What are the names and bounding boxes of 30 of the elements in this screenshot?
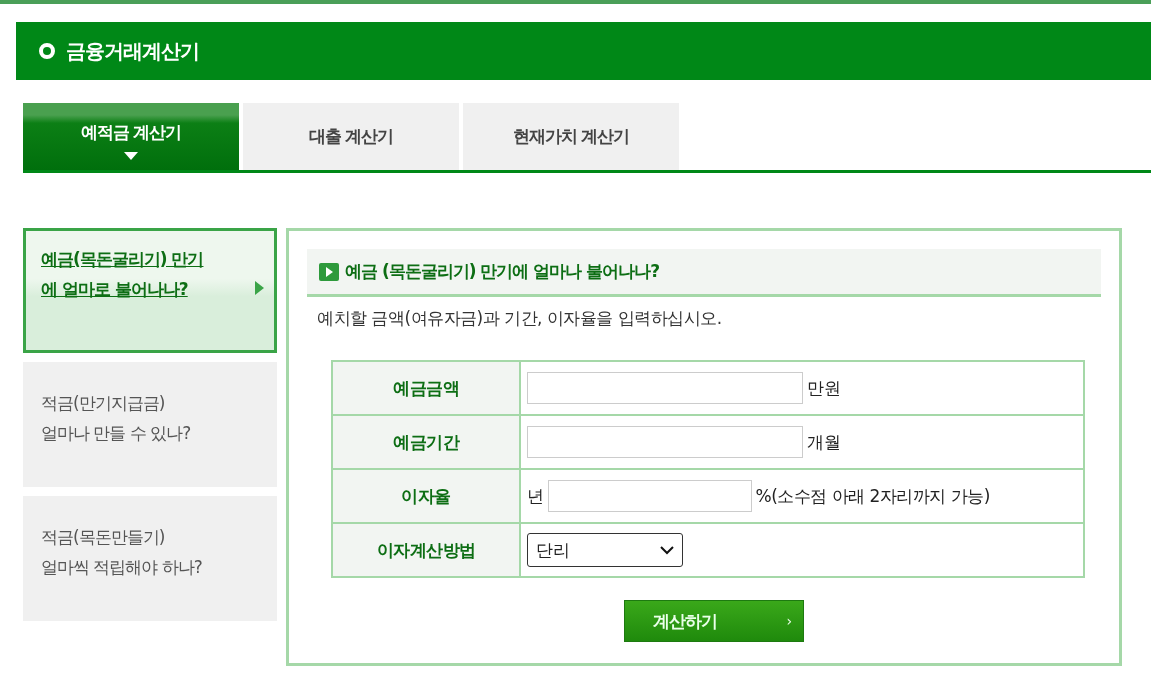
field-label: 이자율 [332,469,520,523]
sidebar-item[interactable]: 적금(목돈만들기) 얼마씩 적립해야 하나? [23,496,277,621]
sidebar-link[interactable]: 적금(만기지급금) 얼마나 만들 수 있나? [41,388,191,448]
caret-down-icon [124,152,138,160]
unit-label: 개월 [807,431,840,452]
section-title: 예금 (목돈굴리기) 만기에 얼마나 불어나나? [345,260,660,283]
tab[interactable]: 예적금 계산기 [23,103,239,170]
sidebar-link[interactable]: 적금(목돈만들기) 얼마씩 적립해야 하나? [41,522,202,582]
arrow-box-icon [319,262,339,281]
calculate-button[interactable]: 계산하기 › [624,600,804,642]
field-label: 예금기간 [332,415,520,469]
input-field[interactable] [527,372,803,404]
field-label: 예금금액 [332,361,520,415]
method-dropdown[interactable]: 단리 [527,533,683,567]
sidebar-item[interactable]: 적금(만기지급금) 얼마나 만들 수 있나? [23,362,277,487]
tab[interactable]: 현재가치 계산기 [463,103,679,170]
unit-label: 만원 [807,377,840,398]
unit-label: %(소수점 아래 2자리까지 가능) [755,485,990,506]
tab[interactable]: 대출 계산기 [243,103,459,170]
sidebar-item[interactable]: 예금(목돈굴리기) 만기 에 얼마로 불어나나? [23,228,277,353]
ring-icon [38,42,56,60]
field-label: 이자계산방법 [332,523,520,577]
instruction-text: 예치할 금액(여유자금)과 기간, 이자율을 입력하십시오. [317,307,723,330]
chevron-down-icon [660,545,674,555]
input-field[interactable] [527,426,803,458]
unit-label: 년 [527,485,544,506]
arrow-right-icon [255,281,264,295]
sidebar-link[interactable]: 예금(목돈굴리기) 만기 에 얼마로 불어나나? [41,244,204,304]
page-title: 금융거래계산기 [66,37,199,65]
input-field[interactable] [547,480,752,512]
